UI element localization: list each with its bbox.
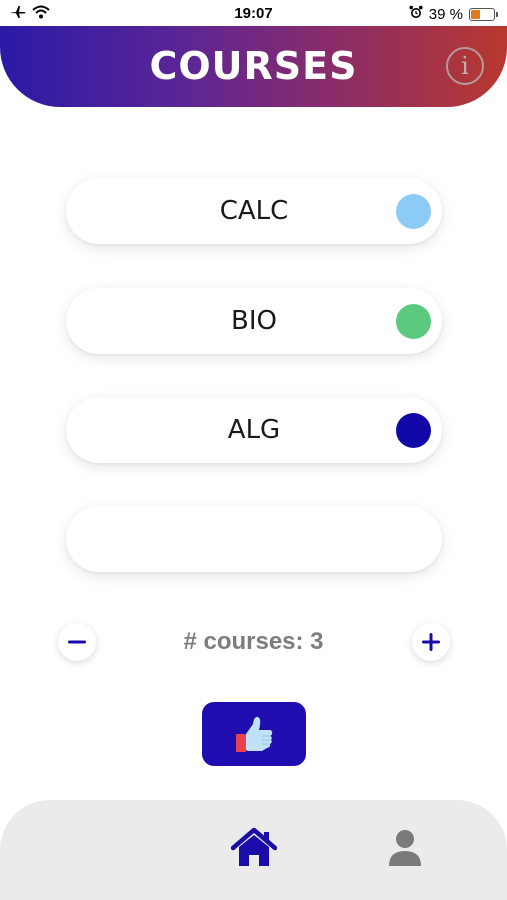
battery-level bbox=[471, 9, 481, 19]
course-label bbox=[66, 506, 442, 572]
status-right: 39 % bbox=[409, 5, 498, 23]
plus-icon bbox=[422, 633, 440, 651]
info-icon: i bbox=[461, 52, 469, 80]
confirm-button[interactable] bbox=[202, 702, 306, 766]
status-bar: 19:07 39 % bbox=[0, 0, 507, 28]
page-title: COURSES bbox=[149, 44, 358, 88]
course-item-empty[interactable] bbox=[66, 506, 442, 572]
home-icon bbox=[230, 827, 278, 866]
nav-profile[interactable] bbox=[387, 828, 423, 868]
info-button[interactable]: i bbox=[446, 47, 484, 85]
nav-home[interactable] bbox=[230, 827, 278, 868]
course-color-dot[interactable] bbox=[396, 194, 431, 229]
course-item-alg[interactable]: ALG bbox=[66, 397, 442, 463]
course-item-calc[interactable]: CALC bbox=[66, 178, 442, 244]
alarm-icon bbox=[409, 5, 423, 23]
battery-icon bbox=[469, 7, 498, 21]
course-label: CALC bbox=[219, 196, 289, 226]
course-item-bio[interactable]: BIO bbox=[66, 288, 442, 354]
battery-percent: 39 % bbox=[428, 5, 463, 23]
bottom-nav bbox=[0, 800, 507, 900]
add-course-button[interactable] bbox=[412, 623, 450, 661]
thumbs-up-icon bbox=[236, 716, 273, 752]
header: COURSES i bbox=[0, 26, 507, 107]
course-color-dot[interactable] bbox=[396, 413, 431, 448]
course-label: ALG bbox=[227, 415, 281, 445]
user-icon bbox=[389, 830, 421, 866]
course-color-dot[interactable] bbox=[396, 304, 431, 339]
course-label: BIO bbox=[231, 306, 277, 336]
course-count-label: # courses: 3 bbox=[183, 628, 324, 655]
